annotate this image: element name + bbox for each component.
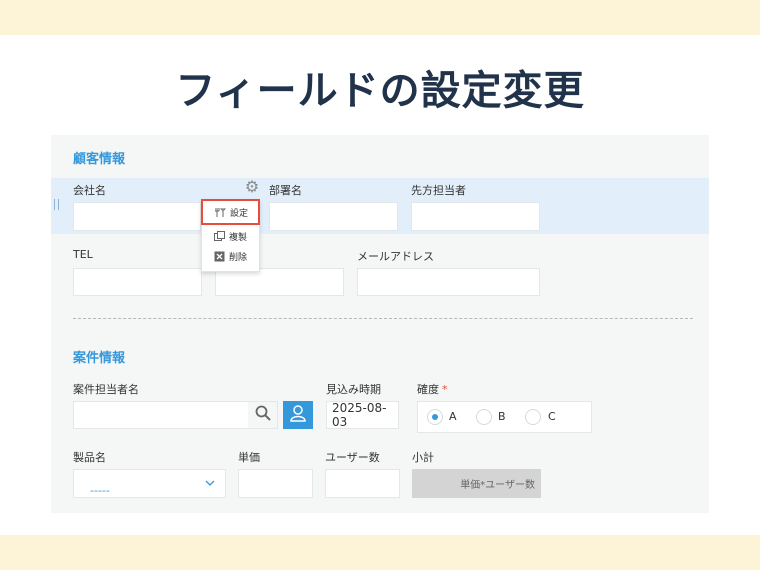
contact-label: 先方担当者: [411, 184, 466, 197]
email-label: メールアドレス: [357, 250, 434, 263]
expected-date-field[interactable]: 2025-08-03: [326, 401, 399, 429]
certainty-radio-group: A B C: [417, 401, 592, 433]
radio-b-label: B: [498, 410, 506, 423]
department-label: 部署名: [269, 184, 302, 197]
radio-a[interactable]: [427, 409, 443, 425]
menu-item-settings-label: 設定: [230, 208, 249, 219]
page-title: フィールドの設定変更: [175, 68, 585, 114]
radio-c-label: C: [548, 410, 556, 423]
product-label: 製品名: [73, 451, 106, 464]
owner-label: 案件担当者名: [73, 383, 139, 396]
contact-field[interactable]: [411, 202, 540, 231]
radio-c[interactable]: [525, 409, 541, 425]
menu-item-duplicate-label: 複製: [229, 232, 248, 243]
delete-icon: [214, 251, 225, 262]
drag-handle-icon[interactable]: [54, 199, 59, 210]
email-field[interactable]: [357, 268, 540, 296]
tel-label: TEL: [73, 248, 93, 261]
owner-user-button[interactable]: [283, 401, 313, 429]
product-select-value: -----: [90, 484, 110, 497]
subtotal-field: 単価*ユーザー数: [412, 469, 541, 498]
users-label: ユーザー数: [325, 451, 380, 464]
section-divider: [73, 318, 693, 319]
settings-tools-icon: [214, 207, 226, 218]
radio-b[interactable]: [476, 409, 492, 425]
bottom-band: [0, 535, 760, 570]
duplicate-icon: [214, 230, 225, 242]
unit-price-label: 単価: [238, 451, 260, 464]
menu-item-delete[interactable]: 削除: [202, 246, 259, 266]
search-icon: [255, 405, 271, 425]
menu-item-delete-label: 削除: [229, 252, 248, 263]
company-field[interactable]: [73, 202, 201, 231]
top-band: [0, 0, 760, 35]
owner-field[interactable]: [73, 401, 249, 429]
user-icon: [289, 404, 307, 426]
fax-field[interactable]: [215, 268, 344, 296]
menu-item-duplicate[interactable]: 複製: [202, 226, 259, 246]
owner-search-button[interactable]: [248, 401, 278, 429]
required-mark: *: [442, 383, 448, 396]
company-label: 会社名: [73, 184, 106, 197]
radio-a-label: A: [449, 410, 457, 423]
tel-field[interactable]: [73, 268, 202, 296]
unit-price-field[interactable]: [238, 469, 313, 498]
menu-item-settings[interactable]: 設定: [201, 199, 260, 225]
section-title-deal: 案件情報: [73, 351, 126, 366]
users-field[interactable]: [325, 469, 400, 498]
expected-label: 見込み時期: [326, 383, 381, 396]
department-field[interactable]: [269, 202, 398, 231]
section-title-customer: 顧客情報: [73, 152, 126, 167]
chevron-down-icon: [204, 477, 216, 492]
certainty-label: 確度 *: [417, 381, 448, 397]
certainty-label-text: 確度: [417, 383, 439, 396]
gear-icon[interactable]: ⚙: [244, 179, 260, 195]
field-context-menu: 設定 複製 削除: [201, 199, 260, 272]
subtotal-label: 小計: [412, 451, 434, 464]
